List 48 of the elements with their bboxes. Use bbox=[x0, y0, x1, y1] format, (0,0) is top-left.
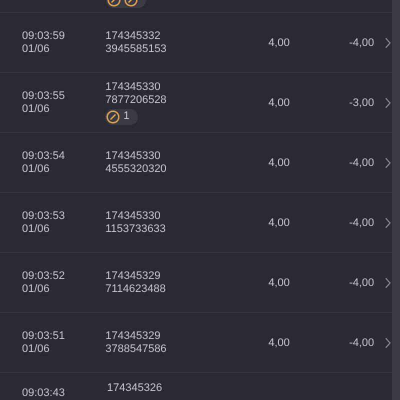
time-text: 09:03:51 bbox=[22, 330, 66, 342]
result-text: -3,00 bbox=[348, 96, 374, 108]
coin-icon bbox=[106, 110, 120, 124]
id-text: 174345326 bbox=[107, 382, 162, 395]
result-text: -4,00 bbox=[348, 276, 374, 288]
id-text: 174345329 bbox=[105, 330, 160, 342]
date-text: 01/06 bbox=[22, 222, 51, 236]
id-text: 4555320320 bbox=[105, 162, 167, 176]
stake-text: 4,00 bbox=[267, 276, 290, 288]
id-text: 174345329 bbox=[105, 270, 160, 282]
scrollbar[interactable] bbox=[392, 0, 400, 400]
stake-text: 4,00 bbox=[267, 156, 290, 168]
chevron-right-icon bbox=[384, 336, 392, 348]
id-text: 174345330 bbox=[105, 80, 160, 94]
date-text: 01/06 bbox=[22, 282, 51, 296]
id-text: 7877206528 bbox=[105, 94, 167, 106]
time-text: 09:03:43 bbox=[22, 387, 66, 400]
id-text: 3788547586 bbox=[105, 342, 167, 356]
time-text: 09:03:52 bbox=[22, 270, 66, 282]
date-text: 01/06 bbox=[22, 102, 51, 116]
time-text: 09:03:54 bbox=[22, 150, 66, 162]
stake-text: 4,00 bbox=[267, 96, 290, 108]
stake-text: 4,00 bbox=[267, 36, 290, 48]
time-text: 09:03:59 bbox=[22, 30, 66, 42]
chevron-right-icon bbox=[384, 276, 392, 288]
result-text: -4,00 bbox=[348, 156, 374, 168]
result-text: -4,00 bbox=[348, 36, 374, 48]
chevron-right-icon bbox=[384, 36, 392, 48]
id-text: 7114623488 bbox=[105, 282, 166, 296]
date-text: 01/06 bbox=[22, 162, 51, 176]
chevron-right-icon bbox=[384, 96, 392, 108]
result-text: -4,00 bbox=[348, 216, 374, 228]
date-text: 01/06 bbox=[22, 42, 51, 56]
date-text: 01/06 bbox=[22, 342, 51, 356]
id-text: 174345332 bbox=[105, 30, 160, 42]
id-text: 174345330 bbox=[105, 150, 160, 162]
id-text: 174345330 bbox=[105, 210, 160, 222]
bet-row[interactable]: 09:03:55 01/06 174345330 7877206528 1 4,00 -3,00 bbox=[0, 73, 392, 133]
chevron-right-icon bbox=[384, 156, 392, 168]
result-text: -4,00 bbox=[348, 336, 374, 348]
chevron-right-icon bbox=[384, 216, 392, 228]
id-text: 1153733633 bbox=[105, 222, 166, 236]
stake-text: 4,00 bbox=[267, 336, 290, 348]
stake-text: 4,00 bbox=[267, 216, 290, 228]
time-text: 09:03:53 bbox=[22, 210, 66, 222]
bonus-badge: 1 bbox=[105, 108, 138, 124]
id-text: 3945585153 bbox=[105, 42, 167, 56]
time-text: 09:03:55 bbox=[22, 90, 66, 102]
